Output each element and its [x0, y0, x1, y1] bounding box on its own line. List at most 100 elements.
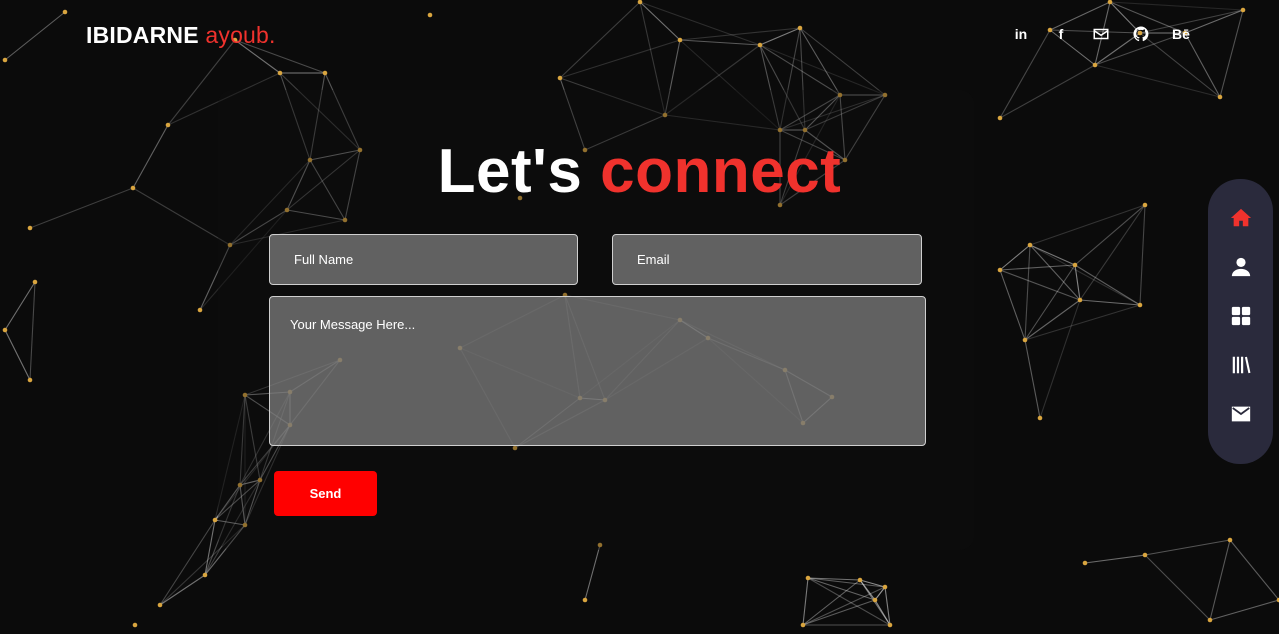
network-link — [1229, 539, 1279, 601]
title-word-connect: connect — [600, 137, 842, 206]
network-link — [4, 281, 36, 331]
network-link — [1074, 264, 1141, 306]
network-node — [2, 57, 8, 63]
network-node — [165, 122, 171, 128]
network-link — [759, 44, 841, 96]
network-node — [427, 12, 433, 18]
github-icon[interactable] — [1131, 24, 1151, 44]
facebook-icon[interactable]: f — [1051, 24, 1071, 44]
network-node — [757, 42, 763, 48]
network-link — [559, 1, 641, 79]
network-link — [1139, 204, 1146, 306]
network-link — [999, 64, 1096, 119]
network-node — [1207, 617, 1213, 623]
network-node — [797, 25, 803, 31]
network-node — [800, 622, 806, 628]
page-title: Let's connect — [0, 136, 1279, 207]
network-link — [1024, 304, 1141, 341]
social-links: in f Bē — [1011, 24, 1191, 44]
network-node — [2, 327, 8, 333]
network-link — [999, 264, 1076, 271]
network-link — [1144, 539, 1231, 556]
network-link — [1109, 1, 1244, 11]
network-node — [887, 622, 893, 628]
network-link — [1219, 9, 1244, 98]
nav-library[interactable] — [1230, 354, 1252, 376]
network-node — [997, 115, 1003, 121]
full-name-input[interactable] — [269, 234, 578, 285]
network-node — [62, 9, 68, 15]
network-link — [759, 44, 886, 96]
network-link — [1024, 299, 1081, 341]
logo-last-name: ayoub. — [205, 22, 276, 48]
site-logo[interactable]: IBIDARNE ayoub. — [86, 22, 276, 49]
network-node — [882, 584, 888, 590]
nav-about[interactable] — [1230, 256, 1252, 278]
email-input[interactable] — [612, 234, 922, 285]
network-link — [1024, 244, 1031, 341]
network-link — [802, 599, 876, 626]
network-link — [639, 1, 681, 41]
network-node — [1022, 337, 1028, 343]
message-textarea[interactable] — [269, 296, 926, 446]
network-node — [1137, 302, 1143, 308]
network-node — [582, 597, 588, 603]
network-link — [159, 574, 206, 606]
network-link — [1094, 64, 1221, 98]
mail-icon[interactable] — [1091, 24, 1111, 44]
send-button[interactable]: Send — [274, 471, 377, 516]
network-link — [1209, 539, 1231, 621]
network-link — [1039, 299, 1081, 419]
network-node — [677, 37, 683, 43]
network-node — [1142, 552, 1148, 558]
mail-icon — [1231, 406, 1250, 422]
network-link — [799, 27, 886, 96]
side-navigation — [1208, 179, 1273, 464]
network-node — [1227, 537, 1233, 543]
network-link — [4, 329, 31, 381]
network-link — [1029, 244, 1076, 266]
network-node — [277, 70, 283, 76]
network-node — [197, 307, 203, 313]
network-link — [1029, 204, 1146, 246]
nav-portfolio[interactable] — [1230, 305, 1252, 327]
network-node — [27, 225, 33, 231]
network-link — [559, 39, 681, 79]
network-node — [1240, 7, 1246, 13]
logo-first-name: IBIDARNE — [86, 22, 199, 48]
network-node — [1092, 62, 1098, 68]
network-node — [1037, 415, 1043, 421]
network-node — [1077, 297, 1083, 303]
network-node — [322, 70, 328, 76]
network-node — [132, 622, 138, 628]
network-node — [997, 267, 1003, 273]
network-node — [1027, 242, 1033, 248]
network-link — [1029, 244, 1081, 301]
network-link — [1024, 339, 1041, 419]
network-link — [999, 269, 1081, 301]
network-link — [802, 577, 809, 626]
user-icon — [1231, 257, 1250, 277]
network-link — [999, 244, 1031, 271]
network-node — [202, 572, 208, 578]
home-icon — [1230, 208, 1251, 227]
network-node — [1082, 560, 1088, 566]
behance-icon[interactable]: Bē — [1171, 24, 1191, 44]
network-node — [212, 517, 218, 523]
network-node — [1217, 94, 1223, 100]
nav-home[interactable] — [1230, 207, 1252, 229]
network-node — [1072, 262, 1078, 268]
network-link — [1209, 599, 1279, 621]
network-link — [1079, 299, 1141, 306]
network-link — [29, 281, 36, 381]
network-node — [557, 75, 563, 81]
network-node — [157, 602, 163, 608]
network-link — [1144, 554, 1211, 621]
linkedin-icon[interactable]: in — [1011, 24, 1031, 44]
nav-contact[interactable] — [1230, 403, 1252, 425]
network-node — [27, 377, 33, 383]
network-link — [584, 544, 601, 601]
network-node — [805, 575, 811, 581]
title-word-lets: Let's — [437, 137, 583, 206]
network-link — [799, 27, 841, 96]
